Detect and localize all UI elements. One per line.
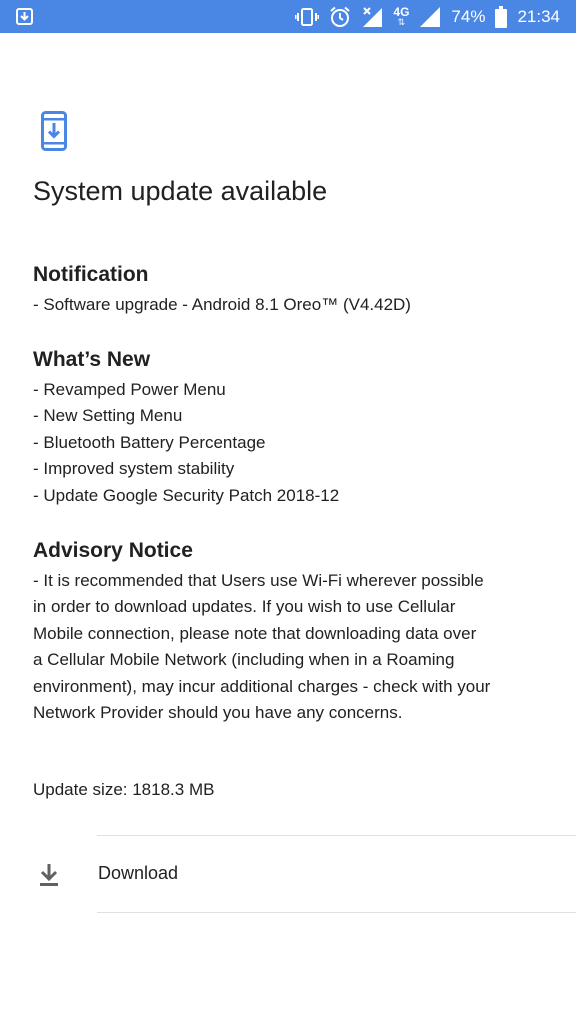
update-size: Update size: 1818.3 MB bbox=[33, 780, 215, 799]
whats-new-item: - Update Google Security Patch 2018-12 bbox=[33, 486, 340, 505]
status-bar: 4G ⇅ 74% 21:34 bbox=[0, 0, 576, 33]
whats-new-item: - Revamped Power Menu bbox=[33, 380, 226, 399]
whats-new-item: - New Setting Menu bbox=[33, 406, 183, 425]
system-update-icon bbox=[41, 111, 67, 151]
whats-new-item: - Improved system stability bbox=[33, 459, 235, 478]
download-button[interactable]: Download bbox=[0, 836, 576, 912]
download-notification-icon bbox=[16, 8, 33, 25]
alarm-icon bbox=[330, 6, 351, 27]
advisory-line: environment), may incur additional charg… bbox=[33, 677, 491, 696]
whats-new-item: - Bluetooth Battery Percentage bbox=[33, 433, 266, 452]
notification-heading: Notification bbox=[33, 263, 149, 286]
download-label: Download bbox=[98, 863, 179, 883]
divider-bottom bbox=[97, 912, 576, 913]
battery-percentage: 74% bbox=[451, 6, 486, 26]
whats-new-heading: What’s New bbox=[33, 348, 151, 371]
notification-line: - Software upgrade - Android 8.1 Oreo™ (… bbox=[33, 295, 411, 314]
clock: 21:34 bbox=[517, 6, 560, 26]
advisory-line: Mobile connection, please note that down… bbox=[33, 624, 477, 643]
download-icon bbox=[40, 864, 58, 886]
signal-icon bbox=[420, 6, 441, 27]
advisory-line: Network Provider should you have any con… bbox=[33, 703, 403, 722]
advisory-line: - It is recommended that Users use Wi-Fi… bbox=[33, 571, 484, 590]
vibrate-icon bbox=[295, 7, 320, 26]
advisory-heading: Advisory Notice bbox=[33, 539, 193, 562]
advisory-line: a Cellular Mobile Network (including whe… bbox=[33, 650, 455, 669]
signal-x-icon bbox=[363, 6, 383, 27]
4g-icon: 4G ⇅ bbox=[393, 5, 410, 27]
advisory-line: in order to download updates. If you wis… bbox=[33, 597, 456, 616]
page-title: System update available bbox=[33, 176, 328, 206]
battery-icon bbox=[495, 5, 508, 28]
